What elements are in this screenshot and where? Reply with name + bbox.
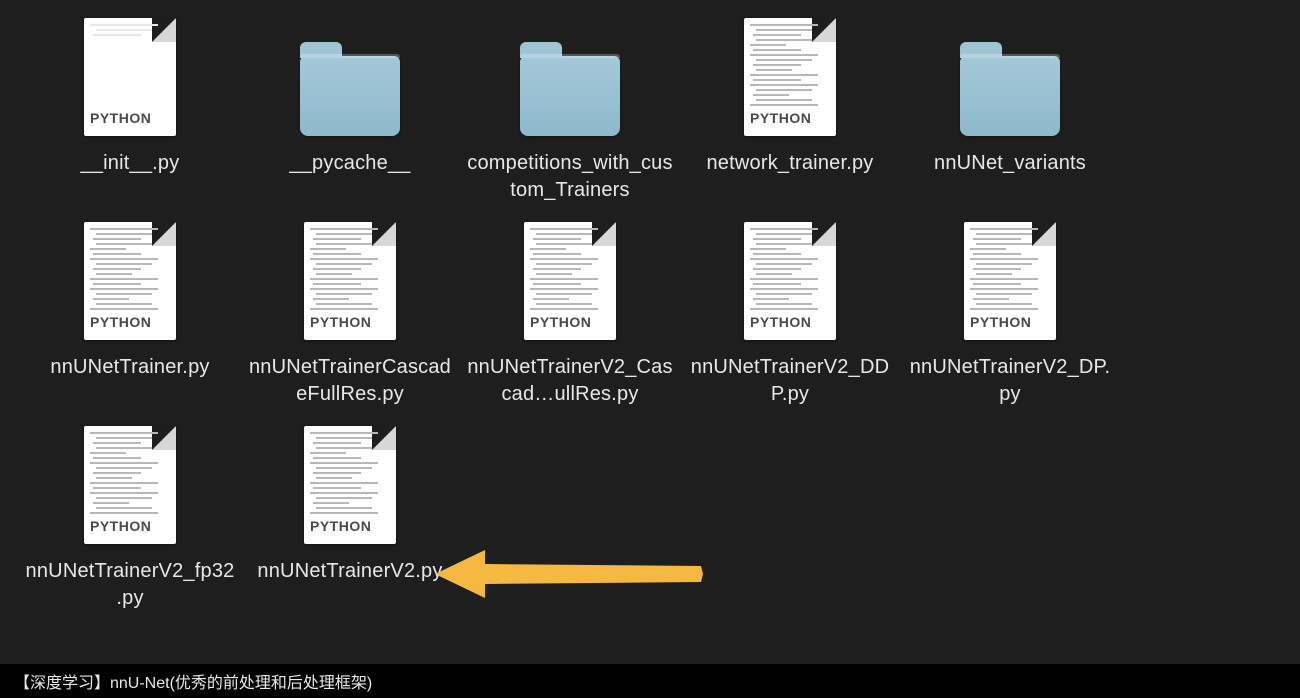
python-band-label: PYTHON: [304, 516, 377, 536]
file-label: nnUNet_variants: [934, 150, 1086, 177]
footer-caption: 【深度学习】nnU-Net(优秀的前处理和后处理框架): [0, 664, 1300, 698]
file-item[interactable]: PYTHON nnUNetTrainerV2_fp32.py: [20, 418, 240, 612]
file-item[interactable]: PYTHON nnUNetTrainerV2_DP.py: [900, 214, 1120, 408]
python-band-label: PYTHON: [84, 108, 157, 128]
python-file-icon[interactable]: PYTHON: [80, 16, 180, 136]
file-label: nnUNetTrainer.py: [50, 354, 209, 381]
python-band-label: PYTHON: [524, 312, 597, 332]
python-file-icon[interactable]: PYTHON: [740, 16, 840, 136]
footer-text: 【深度学习】nnU-Net(优秀的前处理和后处理框架): [14, 669, 372, 693]
file-item[interactable]: PYTHON __init__.py: [20, 10, 240, 204]
file-label: nnUNetTrainerV2_DDP.py: [685, 354, 895, 408]
python-file-icon[interactable]: PYTHON: [520, 220, 620, 340]
python-file-icon[interactable]: PYTHON: [300, 424, 400, 544]
file-item[interactable]: PYTHON network_trainer.py: [680, 10, 900, 204]
file-item[interactable]: PYTHON nnUNetTrainerV2.py: [240, 418, 460, 612]
python-band-label: PYTHON: [744, 312, 817, 332]
file-grid: PYTHON __init__.py __pycache__ competitions…: [0, 0, 1300, 622]
python-band-label: PYTHON: [84, 312, 157, 332]
python-band-label: PYTHON: [304, 312, 377, 332]
python-file-icon[interactable]: PYTHON: [300, 220, 400, 340]
file-label: nnUNetTrainerV2_Cascad…ullRes.py: [465, 354, 675, 408]
file-label: nnUNetTrainerCascadeFullRes.py: [245, 354, 455, 408]
file-label: __init__.py: [81, 150, 180, 177]
folder-icon[interactable]: [960, 16, 1060, 136]
file-item[interactable]: PYTHON nnUNetTrainerCascadeFullRes.py: [240, 214, 460, 408]
file-item[interactable]: __pycache__: [240, 10, 460, 204]
file-item[interactable]: PYTHON nnUNetTrainer.py: [20, 214, 240, 408]
file-item[interactable]: PYTHON nnUNetTrainerV2_Cascad…ullRes.py: [460, 214, 680, 408]
python-band-label: PYTHON: [84, 516, 157, 536]
python-band-label: PYTHON: [964, 312, 1037, 332]
file-item[interactable]: competitions_with_custom_Trainers: [460, 10, 680, 204]
file-item[interactable]: PYTHON nnUNetTrainerV2_DDP.py: [680, 214, 900, 408]
file-label: competitions_with_custom_Trainers: [465, 150, 675, 204]
file-label: network_trainer.py: [706, 150, 873, 177]
file-label: __pycache__: [289, 150, 410, 177]
file-label: nnUNetTrainerV2_DP.py: [905, 354, 1115, 408]
python-file-icon[interactable]: PYTHON: [80, 424, 180, 544]
python-file-icon[interactable]: PYTHON: [740, 220, 840, 340]
file-item[interactable]: nnUNet_variants: [900, 10, 1120, 204]
python-band-label: PYTHON: [744, 108, 817, 128]
file-label: nnUNetTrainerV2.py: [257, 558, 442, 585]
python-file-icon[interactable]: PYTHON: [960, 220, 1060, 340]
python-file-icon[interactable]: PYTHON: [80, 220, 180, 340]
file-label: nnUNetTrainerV2_fp32.py: [25, 558, 235, 612]
folder-icon[interactable]: [300, 16, 400, 136]
folder-icon[interactable]: [520, 16, 620, 136]
